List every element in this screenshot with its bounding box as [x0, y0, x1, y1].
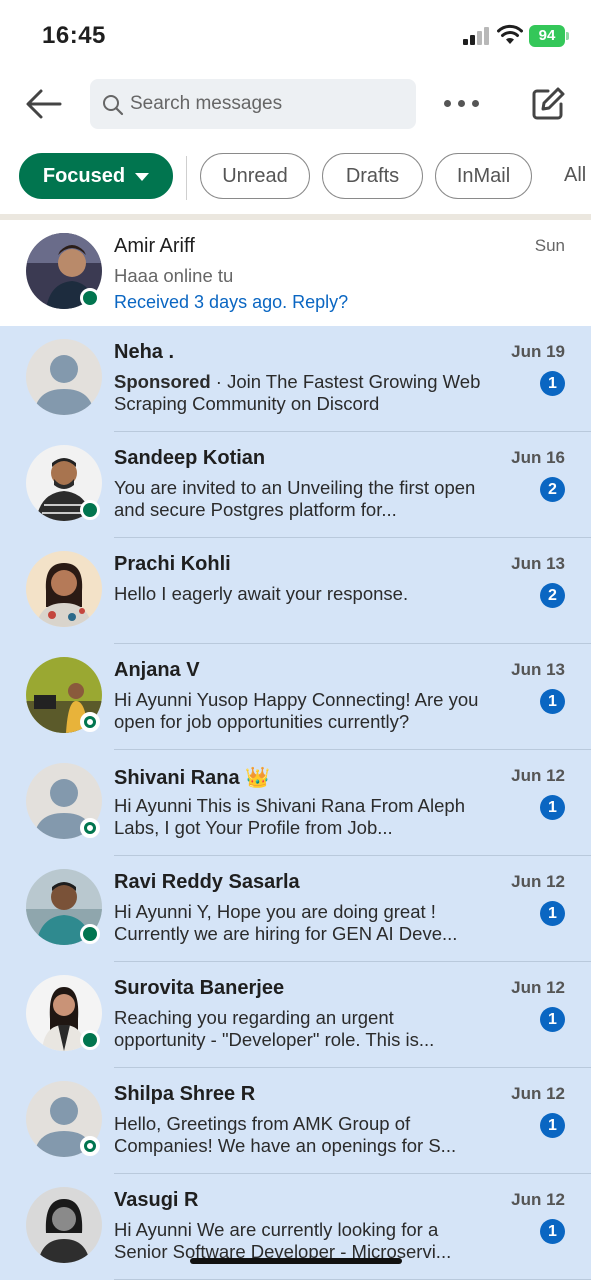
contact-name: Amir Ariff — [114, 235, 195, 257]
message-date: Jun 16 — [511, 448, 565, 467]
message-preview: Reaching you regarding an urgent opportu… — [114, 1007, 435, 1050]
filter-focused-label: Focused — [42, 165, 126, 187]
sponsored-label: Sponsored — [114, 371, 211, 392]
conversation-row[interactable]: Vasugi R Jun 12 Hi Ayunni We are current… — [0, 1174, 591, 1280]
unread-count-badge: 1 — [540, 795, 565, 820]
online-status-indicator — [80, 712, 100, 732]
conversation-row[interactable]: Neha . Jun 19 Sponsored · Join The Faste… — [0, 326, 591, 432]
search-input[interactable] — [130, 79, 400, 129]
message-date: Jun 13 — [511, 554, 565, 573]
online-status-indicator — [80, 924, 100, 944]
message-preview: Hi Ayunni We are currently looking for a… — [114, 1219, 452, 1262]
unread-count-badge: 1 — [540, 371, 565, 396]
status-bar: 16:45 94 — [0, 0, 591, 70]
conversation-row[interactable]: Shilpa Shree R Jun 12 Hello, Greetings f… — [0, 1068, 591, 1174]
message-preview: Hi Ayunni Yusop Happy Connecting! Are yo… — [114, 689, 479, 732]
message-date: Jun 12 — [511, 766, 565, 785]
more-options-icon[interactable] — [444, 100, 480, 108]
message-preview: Hello, Greetings from AMK Group of Compa… — [114, 1113, 457, 1156]
filter-drafts[interactable]: Drafts — [322, 153, 423, 199]
message-date: Sun — [534, 236, 565, 255]
wifi-icon — [497, 24, 523, 44]
reply-prompt-link[interactable]: Received 3 days ago. Reply? — [114, 292, 348, 313]
contact-name: Anjana V — [114, 659, 200, 681]
message-preview: Sponsored · Join The Fastest Growing Web… — [114, 371, 486, 415]
conversation-row[interactable]: Shivani Rana 👑 Jun 12 Hi Ayunni This is … — [0, 750, 591, 856]
back-arrow-icon[interactable] — [24, 86, 64, 122]
contact-name: Surovita Banerjee — [114, 977, 285, 999]
compose-message-icon[interactable] — [530, 86, 566, 122]
unread-count-badge: 1 — [540, 1007, 565, 1032]
message-date: Jun 12 — [511, 1190, 565, 1209]
contact-name: Neha . — [114, 341, 175, 363]
contact-name: Ravi Reddy Sasarla — [114, 871, 300, 893]
contact-name: Shilpa Shree R — [114, 1083, 256, 1105]
filter-focused-dropdown[interactable]: Focused — [19, 153, 173, 199]
online-status-indicator — [80, 1136, 100, 1156]
conversation-row[interactable]: Ravi Reddy Sasarla Jun 12 Hi Ayunni Y, H… — [0, 856, 591, 962]
cellular-signal-icon — [463, 27, 491, 45]
online-status-indicator — [80, 1030, 100, 1050]
message-preview: You are invited to an Unveiling the firs… — [114, 477, 476, 520]
conversation-row[interactable]: Prachi Kohli Jun 13 Hello I eagerly awai… — [0, 538, 591, 644]
message-preview: Hi Ayunni Y, Hope you are doing great ! … — [114, 901, 458, 944]
default-person-icon — [26, 339, 102, 415]
unread-count-badge: 1 — [540, 901, 565, 926]
unread-count-badge: 2 — [540, 477, 565, 502]
message-preview: Hi Ayunni This is Shivani Rana From Alep… — [114, 795, 465, 838]
message-date: Jun 12 — [511, 978, 565, 997]
unread-count-badge: 1 — [540, 1219, 565, 1244]
message-date: Jun 19 — [511, 342, 565, 361]
status-time: 16:45 — [42, 22, 106, 49]
conversation-row[interactable]: Sandeep Kotian Jun 16 You are invited to… — [0, 432, 591, 538]
unread-count-badge: 2 — [540, 583, 565, 608]
search-icon — [103, 95, 124, 116]
chevron-down-icon — [135, 172, 150, 181]
home-indicator[interactable] — [190, 1258, 402, 1264]
conversation-row[interactable]: Surovita Banerjee Jun 12 Reaching you re… — [0, 962, 591, 1068]
message-date: Jun 12 — [511, 1084, 565, 1103]
avatar[interactable] — [26, 1187, 102, 1263]
battery-icon: 94 — [529, 25, 569, 47]
message-preview: Haaa online tu — [114, 265, 234, 286]
contact-name: Vasugi R — [114, 1189, 199, 1211]
message-date: Jun 13 — [511, 660, 565, 679]
unread-count-badge: 1 — [540, 1113, 565, 1138]
avatar[interactable] — [26, 551, 102, 627]
online-status-indicator — [80, 288, 100, 308]
contact-name: Sandeep Kotian — [114, 447, 266, 469]
unread-count-badge: 1 — [540, 689, 565, 714]
conversation-row[interactable]: Anjana V Jun 13 Hi Ayunni Yusop Happy Co… — [0, 644, 591, 750]
conversation-row[interactable]: Amir Ariff Sun Haaa online tu Received 3… — [0, 220, 591, 326]
message-preview: Hello I eagerly await your response. — [114, 583, 409, 604]
contact-name: Prachi Kohli — [114, 553, 231, 575]
filter-all[interactable]: All — [564, 164, 586, 187]
avatar-placeholder[interactable] — [26, 339, 102, 415]
filter-unread[interactable]: Unread — [200, 153, 310, 199]
contact-name: Shivani Rana 👑 — [114, 767, 271, 789]
online-status-indicator — [80, 818, 100, 838]
search-bar[interactable] — [90, 79, 416, 129]
filter-divider — [186, 156, 187, 200]
filter-bar: Focused Unread Drafts InMail All — [0, 152, 591, 202]
message-date: Jun 12 — [511, 872, 565, 891]
online-status-indicator — [80, 500, 100, 520]
filter-inmail[interactable]: InMail — [435, 153, 532, 199]
